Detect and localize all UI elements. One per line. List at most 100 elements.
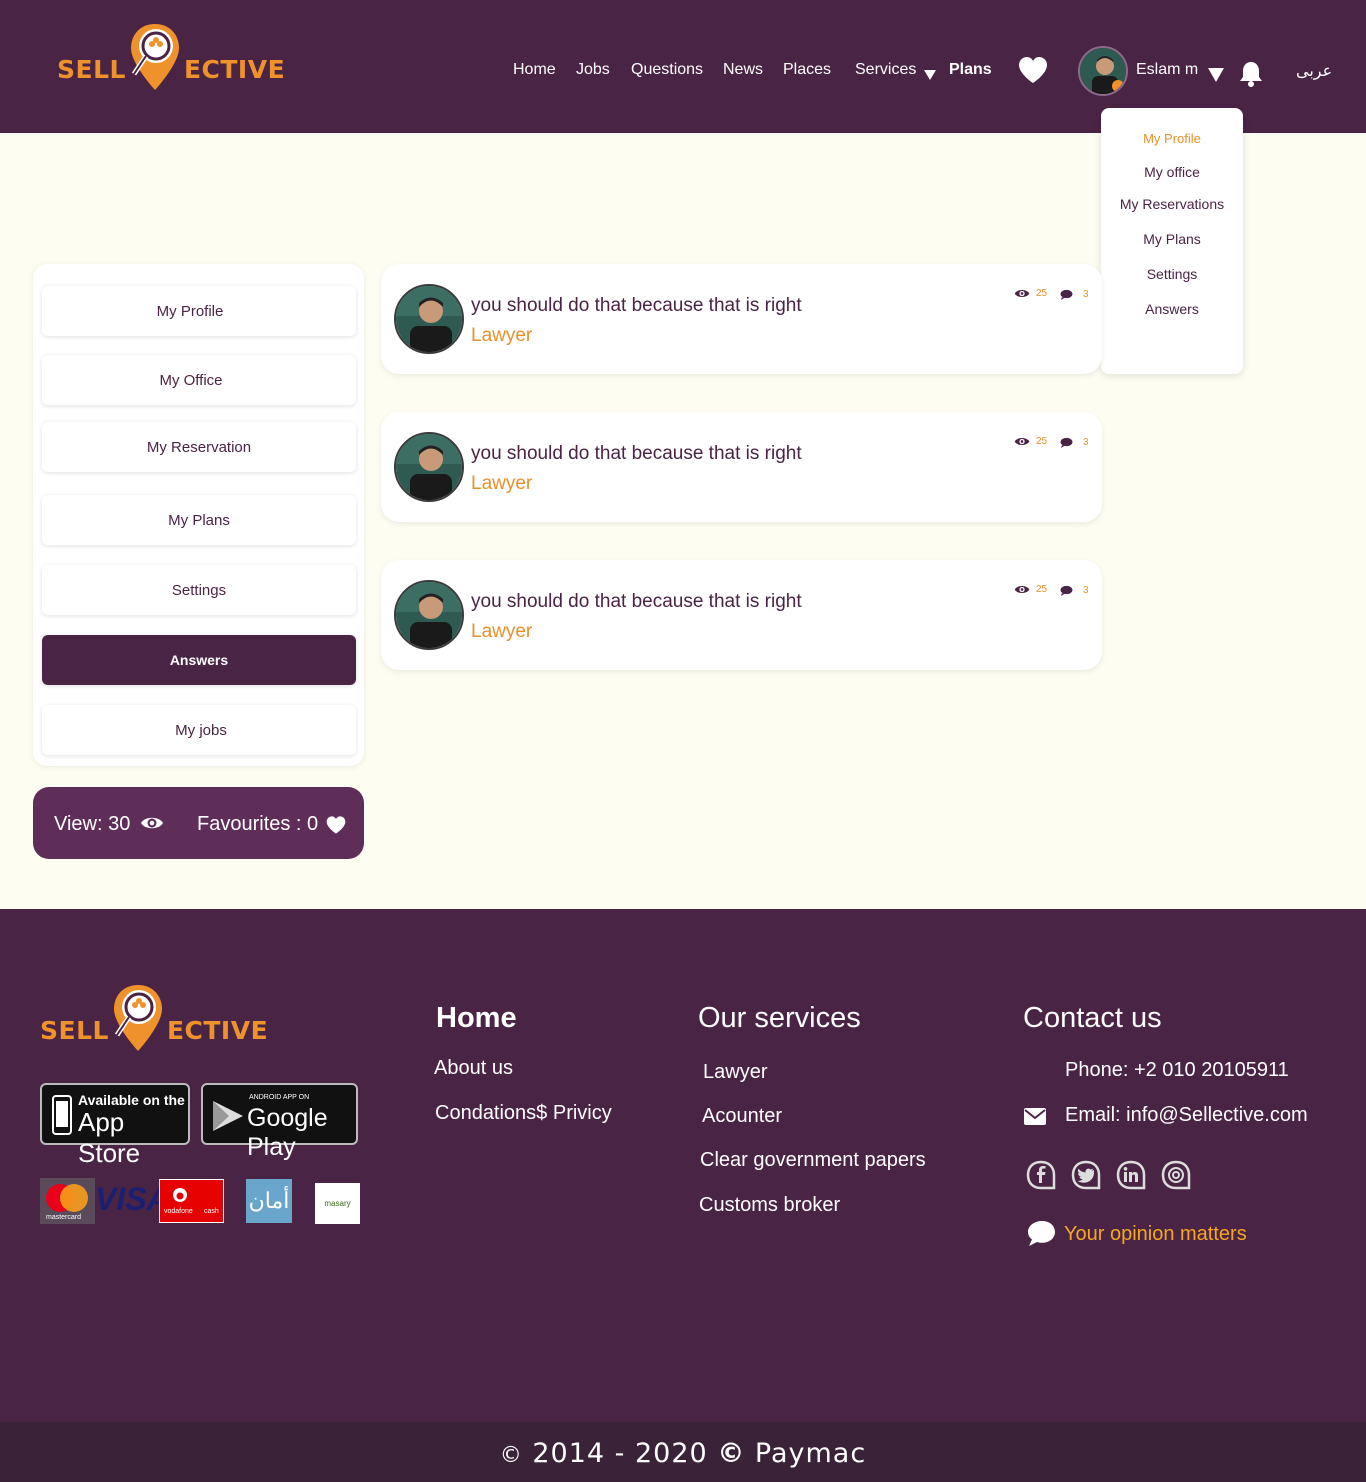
footer-email[interactable]: Email: info@Sellective.com <box>1065 1104 1308 1127</box>
views-eye-icon <box>1014 584 1030 598</box>
play-triangle-icon <box>211 1099 245 1138</box>
logo-text-right: ECTIVE <box>166 1016 269 1045</box>
answer-text: you should do that because that is right <box>471 295 802 316</box>
footer-services-heading: Our services <box>698 1002 861 1034</box>
sidebar-item-answers[interactable]: Answers <box>42 635 356 685</box>
nav-jobs[interactable]: Jobs <box>576 61 610 79</box>
answer-author-avatar[interactable] <box>394 284 464 354</box>
twitter-icon[interactable] <box>1071 1160 1101 1190</box>
user-name[interactable]: Eslam m <box>1136 61 1198 79</box>
site-logo[interactable]: SELL ECTIVE <box>57 22 285 92</box>
sidebar-item-my-office[interactable]: My Office <box>42 355 356 405</box>
vodafone-icon <box>172 1187 188 1208</box>
nav-services[interactable]: Services <box>855 61 916 79</box>
comments-count: 3 <box>1083 437 1089 448</box>
mastercard-text: mastercard <box>46 1214 82 1221</box>
sidebar-item-my-jobs[interactable]: My jobs <box>42 705 356 755</box>
google-play-top-text: ANDROID APP ON <box>249 1094 310 1101</box>
nav-news[interactable]: News <box>723 61 763 79</box>
footer-service-customs-broker[interactable]: Customs broker <box>699 1194 840 1217</box>
linkedin-icon[interactable] <box>1116 1160 1146 1190</box>
comment-icon <box>1060 585 1073 599</box>
logo-text-left: SELL <box>57 55 126 84</box>
language-switch[interactable]: عربى <box>1296 61 1332 81</box>
comment-icon <box>1060 289 1073 303</box>
views-count: 25 <box>1036 584 1048 595</box>
dropdown-answers[interactable]: Answers <box>1101 301 1243 317</box>
eye-icon <box>140 814 164 838</box>
logo-text-left: SELL <box>40 1016 109 1045</box>
google-play-badge[interactable]: ANDROID APP ON Google Play <box>201 1083 358 1161</box>
instagram-icon[interactable] <box>1161 1160 1191 1190</box>
footer-link-about[interactable]: About us <box>434 1057 513 1080</box>
app-store-badge[interactable]: Available on the App Store <box>40 1083 190 1168</box>
vodafone-text: vodafone <box>164 1208 193 1215</box>
answer-author-avatar[interactable] <box>394 580 464 650</box>
notifications-bell-icon[interactable] <box>1238 59 1264 87</box>
masary-logo: masary <box>315 1183 360 1224</box>
copyright-bar: © 2014 - 2020 © Paymac <box>0 1422 1366 1482</box>
dropdown-my-plans[interactable]: My Plans <box>1101 231 1243 247</box>
footer-contact-heading: Contact us <box>1023 1002 1162 1034</box>
views-eye-icon <box>1014 288 1030 302</box>
answer-author-role: Lawyer <box>471 325 533 346</box>
sidebar-item-my-plans[interactable]: My Plans <box>42 495 356 545</box>
dropdown-my-reservations[interactable]: My Reservations <box>1101 196 1243 212</box>
nav-plans[interactable]: Plans <box>949 61 992 79</box>
heart-icon <box>325 815 347 841</box>
envelope-icon <box>1024 1108 1046 1130</box>
sidebar-item-label: My Office <box>159 371 223 389</box>
app-store-top-text: Available on the <box>78 1092 185 1108</box>
copyright-icon: © <box>499 1443 523 1468</box>
answer-text: you should do that because that is right <box>471 443 802 464</box>
site-footer: SELL ECTIVE Available on the App Store A… <box>0 909 1366 1422</box>
nav-places[interactable]: Places <box>783 61 831 79</box>
sidebar-item-label: Settings <box>171 581 227 599</box>
vodafone-cash-logo: vodafone cash <box>159 1179 224 1223</box>
facebook-icon[interactable] <box>1026 1160 1056 1190</box>
answer-card[interactable]: you should do that because that is right… <box>381 412 1102 522</box>
dropdown-settings[interactable]: Settings <box>1101 266 1243 282</box>
company-name: Paymac <box>754 1438 867 1469</box>
answer-card[interactable]: you should do that because that is right… <box>381 560 1102 670</box>
footer-logo[interactable]: SELL ECTIVE <box>40 983 268 1053</box>
sidebar-item-my-reservation[interactable]: My Reservation <box>42 422 356 472</box>
user-avatar[interactable] <box>1078 46 1128 96</box>
footer-service-acounter[interactable]: Acounter <box>702 1105 782 1128</box>
google-play-main-text: Google Play <box>247 1104 328 1161</box>
favourites-count: Favourites : 0 <box>197 813 319 835</box>
sidebar-item-my-profile[interactable]: My Profile <box>42 286 356 336</box>
views-count: 25 <box>1036 436 1048 447</box>
views-eye-icon <box>1014 436 1030 450</box>
dropdown-my-profile[interactable]: My Profile <box>1101 131 1243 146</box>
aman-logo: أمان <box>246 1179 292 1223</box>
footer-phone[interactable]: Phone: +2 010 20105911 <box>1065 1059 1289 1082</box>
views-count: 25 <box>1036 288 1048 299</box>
answer-text: you should do that because that is right <box>471 591 802 612</box>
mastercard-logo: mastercard <box>40 1178 95 1224</box>
footer-link-conditions[interactable]: Condations$ Privicy <box>435 1102 612 1125</box>
sidebar-item-label: My Profile <box>156 302 224 320</box>
sidebar-item-label: Answers <box>169 652 229 668</box>
copyright-years: 2014 - 2020 <box>532 1438 708 1469</box>
favourites-heart-icon[interactable] <box>1017 55 1049 85</box>
nav-home[interactable]: Home <box>513 61 556 79</box>
app-store-main-text: App Store <box>78 1107 141 1168</box>
sidebar-item-settings[interactable]: Settings <box>42 565 356 615</box>
footer-service-government-papers[interactable]: Clear government papers <box>700 1149 926 1172</box>
user-dropdown-menu: My Profile My office My Reservations My … <box>1101 108 1243 374</box>
sidebar-item-label: My Reservation <box>146 438 252 456</box>
footer-service-lawyer[interactable]: Lawyer <box>703 1061 767 1084</box>
logo-pin-icon <box>128 22 182 92</box>
answer-author-role: Lawyer <box>471 473 533 494</box>
comments-count: 3 <box>1083 585 1089 596</box>
answer-author-avatar[interactable] <box>394 432 464 502</box>
profile-stats-box: View: 30 Favourites : 0 <box>33 787 364 859</box>
opinion-link[interactable]: Your opinion matters <box>1064 1223 1247 1246</box>
footer-home-heading[interactable]: Home <box>436 1002 517 1035</box>
nav-questions[interactable]: Questions <box>631 61 703 79</box>
user-menu-chevron-down-icon[interactable] <box>1208 68 1224 82</box>
answer-card[interactable]: you should do that because that is right… <box>381 264 1102 374</box>
dropdown-my-office[interactable]: My office <box>1101 164 1243 180</box>
services-chevron-down-icon[interactable] <box>924 70 936 80</box>
